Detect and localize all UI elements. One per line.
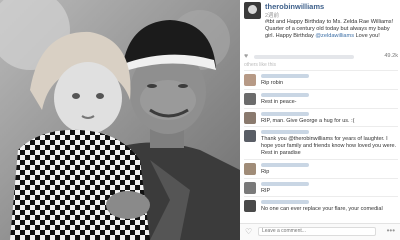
more-options-icon[interactable]: •••	[387, 226, 395, 235]
post-caption: #tbt and Happy Birthday to Ms. Zelda Rae…	[265, 19, 398, 41]
others-like-text: others like this	[244, 62, 276, 68]
commenter-avatar[interactable]	[244, 162, 256, 175]
comments-list: Rip robin Rest in peace- RIP, man. Give Ge…	[244, 70, 398, 215]
comment-text: Rip	[261, 168, 270, 175]
comment-text: RIP	[261, 187, 271, 194]
commenter-avatar[interactable]	[244, 181, 256, 194]
comment-item: RIP, man. Give George a hug for us. :(	[244, 107, 398, 127]
post-username[interactable]: therobinwilliams	[265, 2, 324, 11]
commenter-name-blurred[interactable]	[261, 74, 309, 78]
comment-item: Rest in peace-	[244, 88, 398, 108]
commenter-avatar[interactable]	[244, 130, 256, 143]
photo-image	[0, 0, 240, 240]
post-sidebar: therobinwilliams 2週前 #tbt and Happy Birt…	[240, 0, 400, 240]
caption-mention[interactable]: @zeldawilliams	[315, 33, 354, 39]
post-photo[interactable]	[0, 0, 240, 240]
comment-item: Rip robin	[244, 70, 398, 89]
commenter-name-blurred[interactable]	[261, 92, 309, 97]
commenter-name-blurred[interactable]	[261, 162, 309, 167]
profile-avatar[interactable]	[244, 2, 261, 19]
comment-text: Rip robin	[261, 80, 284, 86]
comment-text: Thank you @therobinwilliams for years of…	[261, 136, 397, 156]
likes-row: ♥ 49.2k	[244, 53, 398, 62]
instagram-post-view: therobinwilliams 2週前 #tbt and Happy Birt…	[0, 0, 400, 240]
comment-item: No one can ever replace your flare, your…	[244, 196, 398, 215]
comment-text: No one can ever replace your flare, your…	[261, 206, 383, 213]
comment-item: Rip	[244, 158, 398, 178]
commenter-avatar[interactable]	[244, 111, 256, 124]
caption-end: Love you!	[354, 33, 380, 40]
post-age: 2週前	[265, 13, 280, 19]
commenter-avatar[interactable]	[244, 74, 256, 86]
comment-text: RIP, man. Give George a hug for us. :(	[261, 117, 355, 124]
comment-item: Thank you @therobinwilliams for years of…	[244, 126, 398, 158]
commenter-name-blurred[interactable]	[261, 111, 309, 116]
commenter-avatar[interactable]	[244, 92, 256, 105]
commenter-name-blurred[interactable]	[261, 181, 309, 186]
comment-input[interactable]	[258, 227, 376, 236]
comment-text: Rest in peace-	[261, 98, 297, 105]
commenter-name-blurred[interactable]	[261, 200, 309, 205]
likes-count: 49.2k	[384, 53, 398, 59]
comment-footer: ♡ •••	[240, 223, 400, 240]
likers-names-blurred	[254, 55, 354, 59]
commenter-name-blurred[interactable]	[261, 130, 309, 135]
like-heart-icon[interactable]: ♡	[245, 227, 252, 236]
heart-icon: ♥	[244, 53, 249, 60]
commenter-avatar[interactable]	[244, 200, 256, 213]
comment-item: RIP	[244, 177, 398, 197]
